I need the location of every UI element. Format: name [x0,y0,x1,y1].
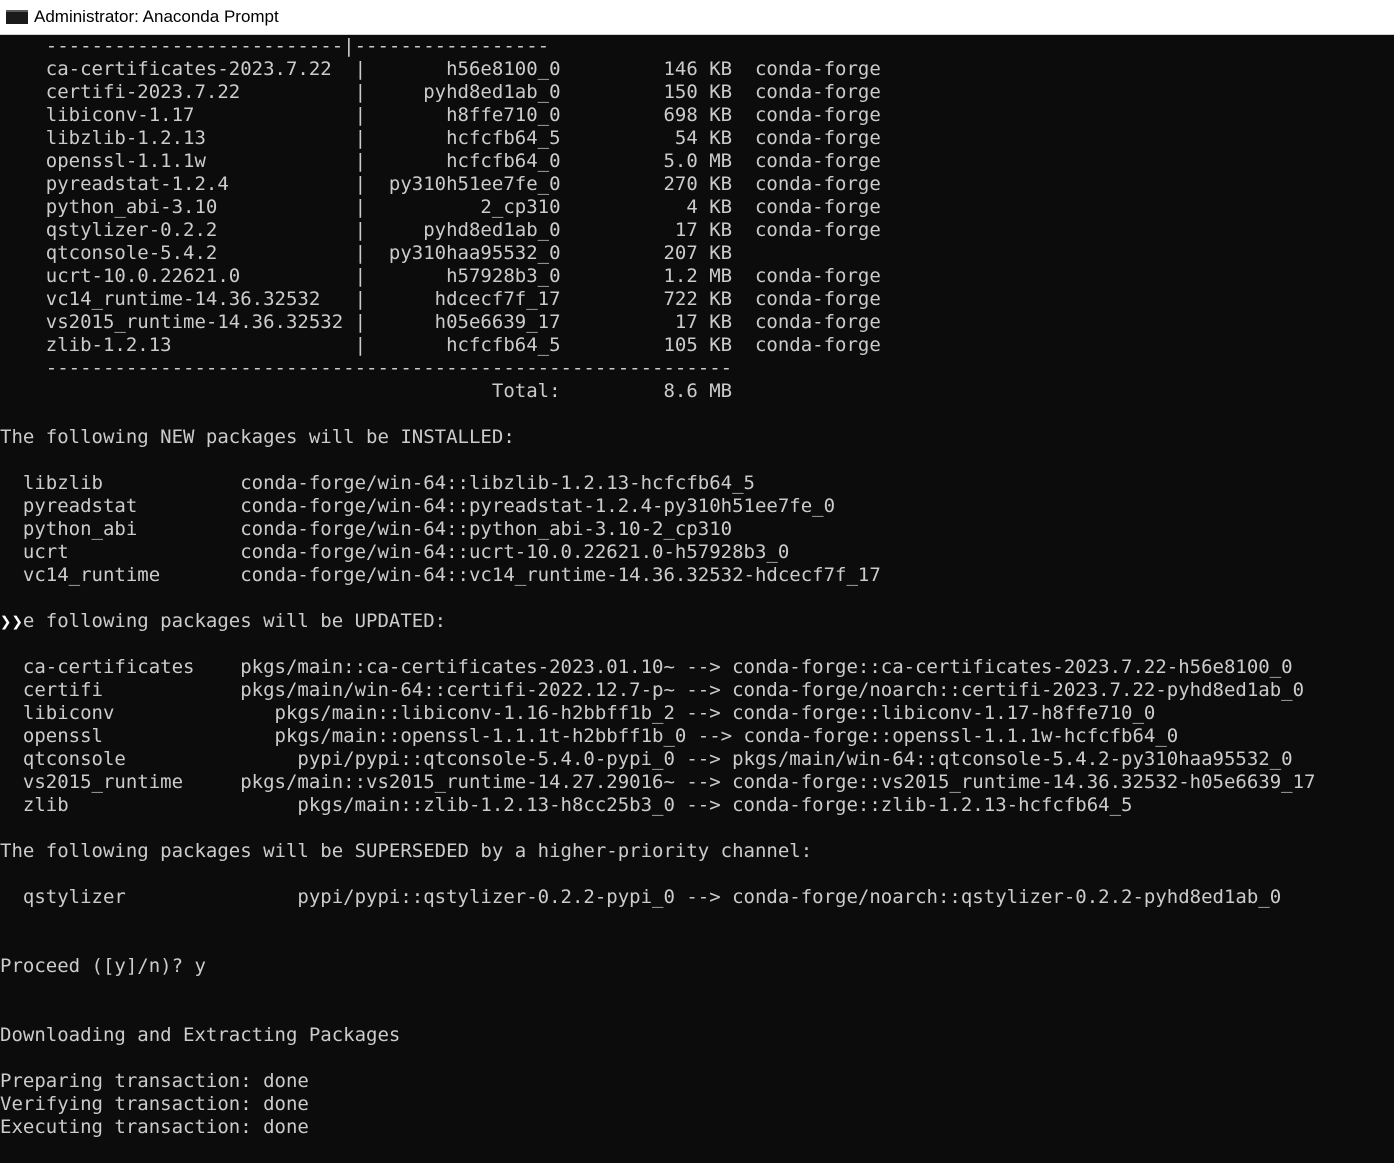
console-line: python_abi conda-forge/win-64::python_ab… [0,518,733,540]
console-line: python_abi-3.10 | 2_cp310 4 KB conda-for… [0,196,881,218]
console-line: vc14_runtime conda-forge/win-64::vc14_ru… [0,564,881,586]
console-line: Preparing transaction: done [0,1070,309,1092]
console-line: libzlib conda-forge/win-64::libzlib-1.2.… [0,472,755,494]
console-output[interactable]: --------------------------|-------------… [0,35,1394,1163]
console-app-icon [6,10,28,24]
console-line: qstylizer-0.2.2 | pyhd8ed1ab_0 17 KB con… [0,219,881,241]
console-line: The following packages will be SUPERSEDE… [0,840,813,862]
console-line: libiconv-1.17 | h8ffe710_0 698 KB conda-… [0,104,881,126]
console-line: The following NEW packages will be INSTA… [0,426,515,448]
console-line: Executing transaction: done [0,1116,309,1138]
console-line: vs2015_runtime pkgs/main::vs2015_runtime… [0,771,1316,793]
console-line: Verifying transaction: done [0,1093,309,1115]
console-line: pyreadstat-1.2.4 | py310h51ee7fe_0 270 K… [0,173,881,195]
console-line: pyreadstat conda-forge/win-64::pyreadsta… [0,495,836,517]
console-line: openssl pkgs/main::openssl-1.1.1t-h2bbff… [0,725,1179,747]
console-line: libzlib-1.2.13 | hcfcfb64_5 54 KB conda-… [0,127,881,149]
console-line: qstylizer pypi/pypi::qstylizer-0.2.2-pyp… [0,886,1282,908]
window-title: Administrator: Anaconda Prompt [34,7,279,26]
console-line: certifi pkgs/main/win-64::certifi-2022.1… [0,679,1305,701]
console-line: Downloading and Extracting Packages [0,1024,401,1046]
console-line: qtconsole pypi/pypi::qtconsole-5.4.0-pyp… [0,748,1293,770]
console-line: vc14_runtime-14.36.32532 | hdcecf7f_17 7… [0,288,881,310]
console-line: Total: 8.6 MB [0,380,733,402]
console-line: ca-certificates-2023.7.22 | h56e8100_0 1… [0,58,881,80]
console-line: ucrt-10.0.22621.0 | h57928b3_0 1.2 MB co… [0,265,881,287]
console-line: ca-certificates pkgs/main::ca-certificat… [0,656,1293,678]
console-lines: --------------------------|-------------… [0,35,1315,1139]
console-line: zlib pkgs/main::zlib-1.2.13-h8cc25b3_0 -… [0,794,1133,816]
console-line: zlib-1.2.13 | hcfcfb64_5 105 KB conda-fo… [0,334,881,356]
mouse-cursor-icon: ❯❯ [0,611,23,634]
console-line: --------------------------|-------------… [0,35,550,57]
console-line: certifi-2023.7.22 | pyhd8ed1ab_0 150 KB … [0,81,881,103]
console-line: ucrt conda-forge/win-64::ucrt-10.0.22621… [0,541,790,563]
console-line: Proceed ([y]/n)? y [0,955,206,977]
console-line: qtconsole-5.4.2 | py310haa95532_0 207 KB [0,242,733,264]
console-line: libiconv pkgs/main::libiconv-1.16-h2bbff… [0,702,1156,724]
title-bar[interactable]: Administrator: Anaconda Prompt [0,0,1394,35]
console-line: vs2015_runtime-14.36.32532 | h05e6639_17… [0,311,881,333]
console-line: openssl-1.1.1w | hcfcfb64_0 5.0 MB conda… [0,150,881,172]
console-line: ----------------------------------------… [0,357,733,379]
console-line: e following packages will be UPDATED: [0,610,447,632]
